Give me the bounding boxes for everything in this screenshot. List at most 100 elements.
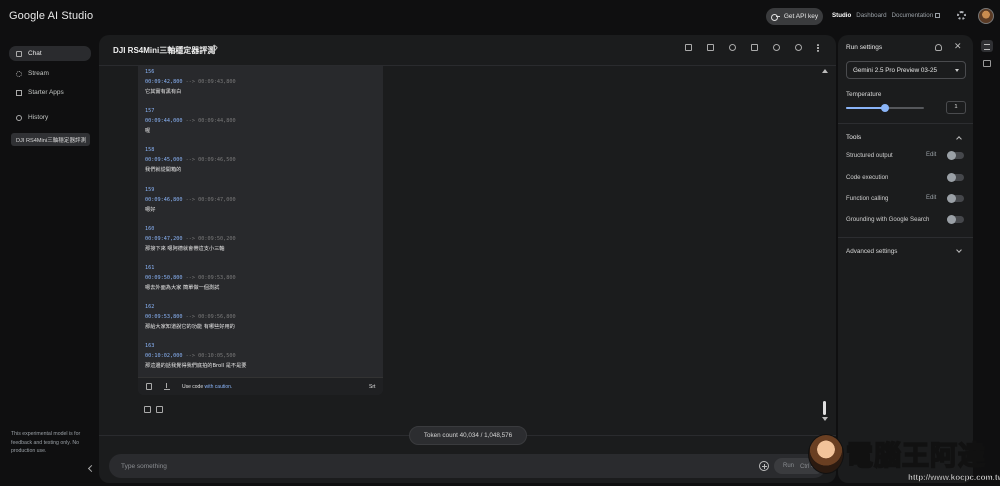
srt-entry: 160 00:09:47,200 --> 00:09:50,200 那接下來 嗯阿德…	[145, 224, 246, 263]
srt-start: 00:10:02,000	[145, 353, 183, 360]
nav-studio[interactable]: Studio	[832, 12, 851, 19]
srt-index: 159	[145, 186, 155, 193]
temperature-label: Temperature	[846, 91, 882, 98]
function-calling-toggle[interactable]	[947, 194, 964, 203]
srt-end: 00:09:43,800	[198, 79, 236, 85]
user-avatar[interactable]	[978, 8, 994, 24]
sidebar-item-history[interactable]: History	[9, 110, 91, 125]
srt-entry: 161 00:09:50,800 --> 00:09:53,800 嗯去外面為大家 …	[145, 263, 246, 302]
sidebar-item-chat[interactable]: Chat	[9, 46, 91, 61]
srt-text: 我們就從開箱的	[145, 167, 182, 174]
scrollbar-thumb[interactable]	[823, 401, 826, 415]
srt-index: 160	[145, 225, 155, 232]
nav-documentation[interactable]: Documentation	[892, 12, 941, 19]
srt-code-block: 156 00:09:42,800 --> 00:09:43,800 它其實有黑有白 1…	[138, 66, 383, 395]
clipboard-icon[interactable]	[685, 44, 692, 51]
left-sidebar: Chat Stream Starter Apps History DJI RS4…	[0, 32, 98, 486]
temperature-slider-handle[interactable]	[881, 104, 889, 112]
nav-dashboard[interactable]: Dashboard	[856, 12, 886, 19]
tool-label: Grounding with Google Search	[846, 216, 930, 223]
caution-prefix: Use code	[182, 384, 205, 390]
key-icon	[770, 14, 780, 21]
model-select-value: Gemini 2.5 Pro Preview 03-25	[853, 67, 937, 74]
srt-arrow: -->	[185, 118, 195, 125]
srt-arrow: -->	[185, 157, 195, 164]
srt-index: 161	[145, 264, 155, 271]
sidebar-item-label: Stream	[28, 70, 49, 77]
srt-arrow: -->	[185, 353, 195, 360]
code-footer: Use code with caution. Srt	[138, 377, 383, 395]
scroll-down-icon[interactable]	[822, 417, 828, 421]
srt-entry: 159 00:09:46,800 --> 00:09:47,000 嗯好	[145, 185, 246, 224]
get-api-key-button[interactable]: Get API key	[766, 8, 823, 25]
tool-edit-link[interactable]: Edit	[926, 152, 936, 158]
chat-title: DJI RS4Mini三軸穩定器評測	[113, 46, 216, 55]
srt-end: 00:09:53,800	[198, 274, 236, 281]
structured-output-toggle[interactable]	[947, 151, 964, 160]
temperature-value-input[interactable]: 1	[946, 101, 966, 114]
close-icon[interactable]: ✕	[954, 41, 962, 52]
srt-entry: 156 00:09:42,800 --> 00:09:43,800 它其實有黑有白	[145, 67, 246, 106]
srt-start: 00:09:53,800	[145, 314, 183, 321]
tune-settings-icon[interactable]	[981, 40, 993, 52]
srt-entry: 162 00:09:53,800 --> 00:09:56,800 那給大家知道說它…	[145, 302, 246, 341]
srt-arrow: -->	[185, 274, 195, 281]
run-settings-title: Run settings	[846, 44, 883, 51]
chevron-down-icon	[955, 69, 959, 72]
settings-gear-icon[interactable]	[957, 11, 966, 20]
thumbs-up-icon[interactable]	[144, 406, 151, 413]
more-options-icon[interactable]	[817, 44, 819, 52]
temperature-slider[interactable]	[846, 104, 924, 112]
app-logo[interactable]: Google AI Studio	[9, 10, 93, 22]
tool-label: Code execution	[846, 174, 889, 181]
caution-link[interactable]: with caution.	[205, 384, 233, 390]
watermark-brand: 電腦王阿達	[845, 440, 986, 473]
compare-icon[interactable]	[751, 44, 758, 51]
sidebar-item-stream[interactable]: Stream	[9, 66, 91, 81]
chat-icon	[16, 50, 22, 57]
code-icon[interactable]	[707, 44, 714, 51]
srt-timestamp: 00:09:47,200 --> 00:09:50,200	[145, 234, 246, 244]
sparkle-icon[interactable]	[773, 44, 780, 51]
srt-index: 162	[145, 304, 155, 311]
srt-start: 00:09:45,000	[145, 157, 183, 164]
reset-icon[interactable]	[935, 44, 942, 51]
copy-icon[interactable]	[146, 383, 152, 390]
prompt-input[interactable]	[121, 459, 721, 473]
chevron-down-icon[interactable]	[956, 247, 962, 253]
download-icon[interactable]	[164, 383, 170, 390]
chevron-up-icon[interactable]	[956, 136, 962, 142]
panel-toggle-icon[interactable]	[983, 60, 991, 67]
share-icon[interactable]	[729, 44, 736, 51]
srt-text: 那接下來 嗯阿德就會帶這支小三軸	[145, 245, 225, 252]
srt-start: 00:09:42,800	[145, 79, 183, 85]
run-settings-panel: Run settings ✕ Gemini 2.5 Pro Preview 03…	[838, 35, 973, 483]
top-nav: Studio Dashboard Documentation	[832, 12, 941, 19]
scroll-up-icon[interactable]	[822, 69, 828, 73]
mascot-icon	[808, 434, 844, 474]
refresh-icon[interactable]	[795, 44, 802, 51]
add-media-icon[interactable]	[759, 461, 769, 471]
srt-start: 00:09:46,800	[145, 196, 183, 203]
srt-entry: 163 00:10:02,000 --> 00:10:05,500 那這邊的話我覺得…	[145, 341, 246, 380]
srt-end: 00:09:46,500	[198, 157, 236, 164]
grounding-toggle[interactable]	[947, 215, 964, 224]
srt-arrow: -->	[185, 235, 195, 242]
tool-edit-link[interactable]: Edit	[926, 195, 936, 201]
model-select[interactable]: Gemini 2.5 Pro Preview 03-25	[846, 61, 966, 79]
tools-heading[interactable]: Tools	[846, 134, 861, 141]
tool-label: Function calling	[846, 195, 889, 202]
code-execution-toggle[interactable]	[947, 173, 964, 182]
thumbs-down-icon[interactable]	[156, 406, 163, 413]
watermark-url: http://www.kocpc.com.tw	[908, 473, 1000, 482]
advanced-settings-heading[interactable]: Advanced settings	[846, 248, 897, 255]
get-api-key-label: Get API key	[783, 13, 819, 20]
history-entry[interactable]: DJI RS4Mini三軸穩定器評測	[11, 133, 90, 146]
srt-end: 00:09:56,800	[198, 314, 236, 321]
collapse-sidebar-icon[interactable]	[87, 464, 96, 473]
run-label: Run	[783, 463, 795, 469]
sidebar-item-starter-apps[interactable]: Starter Apps	[9, 85, 91, 100]
srt-timestamp: 00:09:53,800 --> 00:09:56,800	[145, 312, 246, 322]
srt-end: 00:09:50,200	[198, 235, 236, 242]
chat-panel: DJI RS4Mini三軸穩定器評測 156 00:09:42,800 --> 0…	[99, 35, 836, 483]
